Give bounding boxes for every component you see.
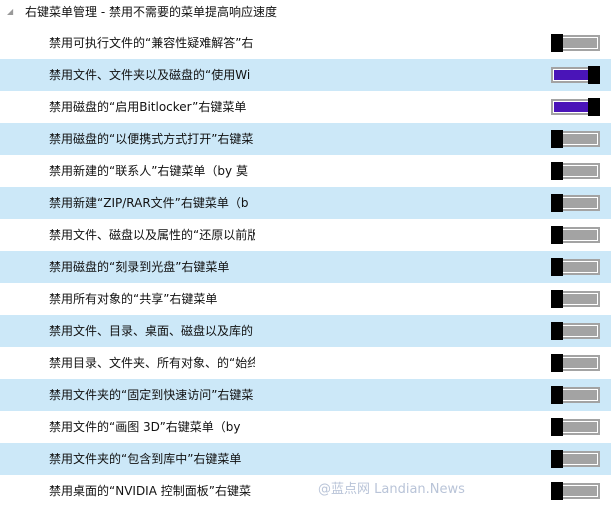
group-title: 右键菜单管理 - 禁用不需要的菜单提高响应速度 xyxy=(25,4,277,19)
watermark: @蓝点网 Landian.News xyxy=(318,482,465,497)
setting-row: 禁用目录、文件夹、所有对象、的“始终 xyxy=(0,347,611,379)
toggle-knob xyxy=(551,258,563,276)
setting-label: 禁用磁盘的“启用Bitlocker”右键菜单 xyxy=(49,100,247,114)
setting-label: 禁用文件、文件夹以及磁盘的“使用Wi xyxy=(49,68,251,82)
toggle-switch[interactable] xyxy=(551,34,600,52)
setting-row: 禁用文件、文件夹以及磁盘的“使用Wi xyxy=(0,59,611,91)
setting-label: 禁用目录、文件夹、所有对象、的“始终 xyxy=(49,356,255,370)
toggle-knob xyxy=(551,162,563,180)
toggle-knob xyxy=(551,34,563,52)
toggle-switch[interactable] xyxy=(551,130,600,148)
toggle-knob xyxy=(551,290,563,308)
toggle-switch[interactable] xyxy=(551,98,600,116)
toggle-knob xyxy=(551,354,563,372)
toggle-switch[interactable] xyxy=(551,290,600,308)
collapse-triangle-icon[interactable]: ◢ xyxy=(7,7,14,15)
setting-label: 禁用可执行文件的“兼容性疑难解答”右 xyxy=(49,36,254,50)
setting-label: 禁用文件、磁盘以及属性的“还原以前版 xyxy=(49,228,255,242)
toggle-knob xyxy=(551,322,563,340)
setting-label: 禁用所有对象的“共享”右键菜单 xyxy=(49,292,218,306)
toggle-switch[interactable] xyxy=(551,450,600,468)
toggle-switch[interactable] xyxy=(551,66,600,84)
toggle-switch[interactable] xyxy=(551,354,600,372)
setting-row: 禁用所有对象的“共享”右键菜单 xyxy=(0,283,611,315)
toggle-knob xyxy=(588,98,600,116)
setting-label: 禁用磁盘的“以便携式方式打开”右键菜 xyxy=(49,132,254,146)
setting-label: 禁用文件夹的“包含到库中”右键菜单 xyxy=(49,452,242,466)
setting-row: 禁用文件的“画图 3D”右键菜单（by xyxy=(0,411,611,443)
setting-row: 禁用文件、磁盘以及属性的“还原以前版 xyxy=(0,219,611,251)
setting-row: 禁用可执行文件的“兼容性疑难解答”右 xyxy=(0,27,611,59)
setting-row: 禁用文件夹的“包含到库中”右键菜单 xyxy=(0,443,611,475)
toggle-knob xyxy=(551,130,563,148)
toggle-switch[interactable] xyxy=(551,386,600,404)
toggle-switch[interactable] xyxy=(551,258,600,276)
setting-label: 禁用文件夹的“固定到快速访问”右键菜 xyxy=(49,388,254,402)
setting-label: 禁用文件、目录、桌面、磁盘以及库的 xyxy=(49,324,254,338)
toggle-switch[interactable] xyxy=(551,482,600,500)
group-header[interactable]: ◢ 右键菜单管理 - 禁用不需要的菜单提高响应速度 xyxy=(0,0,611,22)
toggle-knob xyxy=(588,66,600,84)
setting-label: 禁用新建的“联系人”右键菜单（by 莫 xyxy=(49,164,248,178)
toggle-knob xyxy=(551,194,563,212)
setting-row: 禁用磁盘的“启用Bitlocker”右键菜单 xyxy=(0,91,611,123)
toggle-switch[interactable] xyxy=(551,194,600,212)
toggle-knob xyxy=(551,450,563,468)
settings-list: 禁用可执行文件的“兼容性疑难解答”右 禁用文件、文件夹以及磁盘的“使用Wi 禁用… xyxy=(0,27,611,507)
toggle-knob xyxy=(551,226,563,244)
setting-row: 禁用磁盘的“以便携式方式打开”右键菜 xyxy=(0,123,611,155)
toggle-switch[interactable] xyxy=(551,226,600,244)
toggle-switch[interactable] xyxy=(551,418,600,436)
setting-label: 禁用新建“ZIP/RAR文件”右键菜单（b xyxy=(49,196,249,210)
setting-row: 禁用文件夹的“固定到快速访问”右键菜 xyxy=(0,379,611,411)
setting-label: 禁用桌面的“NVIDIA 控制面板”右键菜 xyxy=(49,484,251,498)
setting-row: 禁用磁盘的“刻录到光盘”右键菜单 xyxy=(0,251,611,283)
toggle-switch[interactable] xyxy=(551,322,600,340)
toggle-knob xyxy=(551,482,563,500)
setting-row: 禁用新建的“联系人”右键菜单（by 莫 xyxy=(0,155,611,187)
toggle-knob xyxy=(551,418,563,436)
setting-row: 禁用新建“ZIP/RAR文件”右键菜单（b xyxy=(0,187,611,219)
setting-label: 禁用磁盘的“刻录到光盘”右键菜单 xyxy=(49,260,230,274)
toggle-switch[interactable] xyxy=(551,162,600,180)
setting-row: 禁用文件、目录、桌面、磁盘以及库的 xyxy=(0,315,611,347)
setting-label: 禁用文件的“画图 3D”右键菜单（by xyxy=(49,420,241,434)
toggle-knob xyxy=(551,386,563,404)
setting-row: 禁用桌面的“NVIDIA 控制面板”右键菜 xyxy=(0,475,611,507)
